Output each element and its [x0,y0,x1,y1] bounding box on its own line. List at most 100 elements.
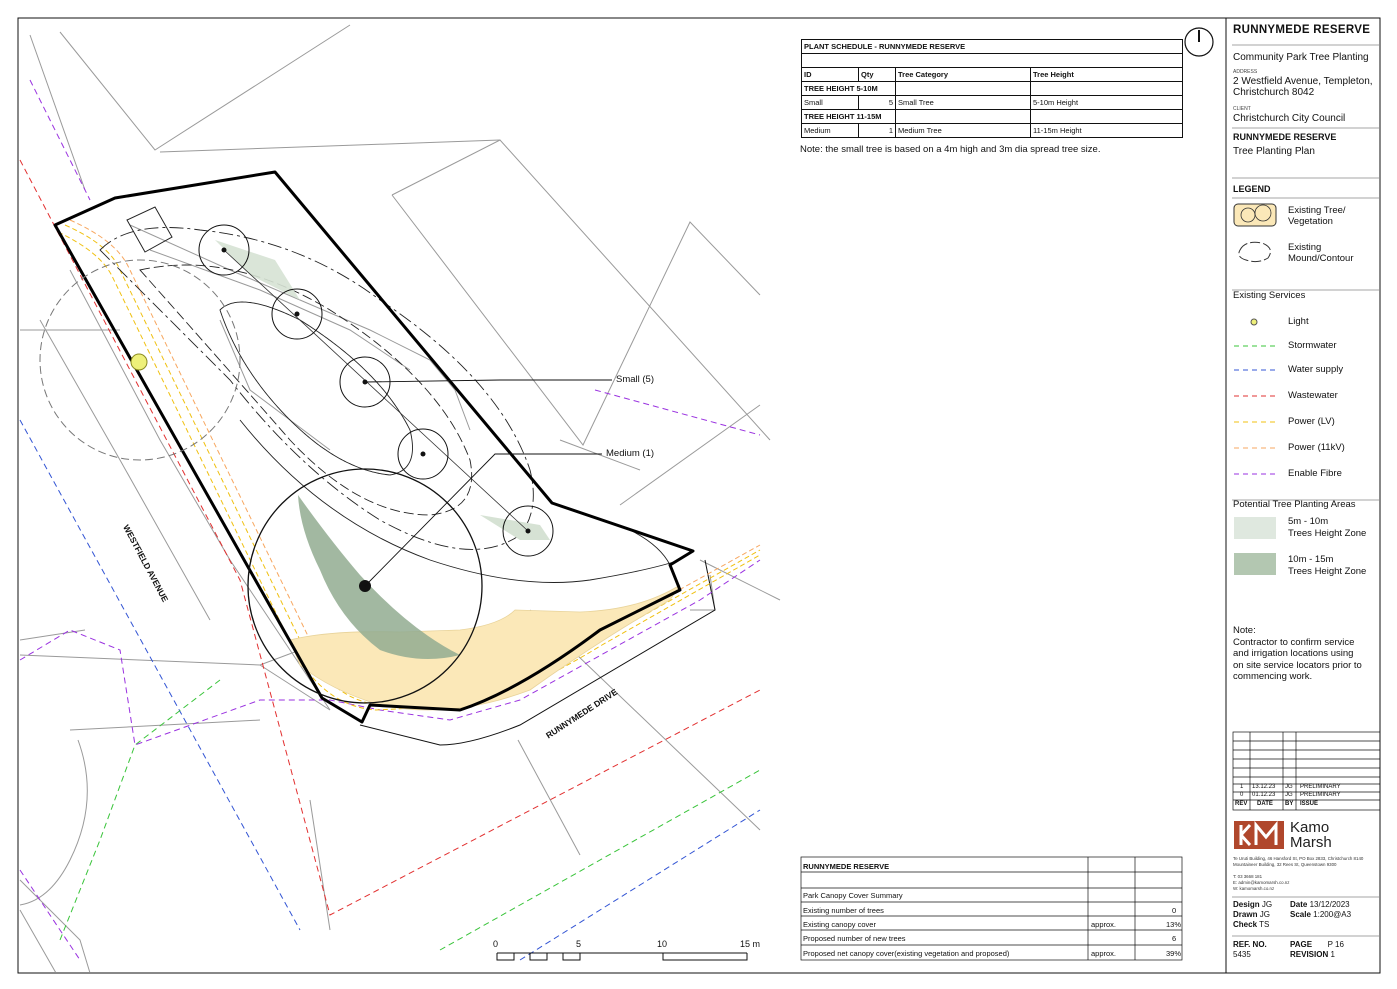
plant-schedule-table: PLANT SCHEDULE - RUNNYMEDE RESERVE ID Qt… [801,39,1183,138]
check-value: TS [1259,920,1270,929]
small-tree-4 [397,428,449,480]
schedule-title: PLANT SCHEDULE - RUNNYMEDE RESERVE [801,39,1183,54]
company-name-2: Marsh [1290,834,1332,851]
scale-value: 1:200@A3 [1313,910,1352,919]
date-value: 13/12/2023 [1309,900,1350,909]
canopy-r4-label: Proposed net canopy cover(existing veget… [803,949,1010,958]
rev-1-date: 13.12.23 [1252,784,1276,790]
legend-power-11kv: Power (11kV) [1288,442,1345,453]
rev-1-issue: PRELIMINARY [1300,784,1341,790]
ref-value: 5435 [1233,950,1251,959]
company-phone: T: 03 3668 181 [1233,874,1263,879]
zone1-label-a: 5m - 10m [1288,516,1329,527]
rev-h-issue: ISSUE [1300,801,1319,807]
schedule-group-2: TREE HEIGHT 11-15M [801,109,896,124]
meta-date-scale: Date 13/12/2023 Scale 1:200@A3 [1290,900,1351,920]
rev-0-by: JG [1285,792,1293,798]
check-label: Check [1233,920,1258,929]
legend-light: Light [1288,316,1309,327]
company-address-1: Te Uruti Building, 46 Hansford St, PO Bo… [1233,856,1364,861]
schedule-r2-height: 11-15m Height [1030,123,1183,138]
ref-label: REF. NO. [1233,940,1267,949]
project-name: RUNNYMEDE RESERVE [1233,24,1371,36]
note-line1: Contractor to confirm service [1233,636,1355,648]
company-logo [1234,820,1284,849]
medium-callout-label: Medium (1) [606,448,655,459]
rev-h-by: BY [1285,801,1294,807]
company-name: Kamo Marsh [1290,820,1332,850]
canopy-r3-val: 6 [1172,934,1177,943]
schedule-note: Note: the small tree is based on a 4m hi… [800,144,1101,155]
legend-swatches [1233,203,1277,575]
legend-title: LEGEND [1233,184,1271,194]
planting-title: Potential Tree Planting Areas [1233,499,1356,510]
meta-people: Design JG Drawn JG Check TS [1233,900,1272,930]
schedule-r1-height: 5-10m Height [1030,95,1183,110]
stormwater-line-2 [439,769,761,951]
mound-swatch [1238,241,1271,263]
schedule-r2-cat: Medium Tree [895,123,1031,138]
revision-grid [1232,731,1381,811]
schedule-h-id: ID [801,67,859,82]
scale-label-5: 5 [576,939,582,949]
project-subtitle: Community Park Tree Planting [1233,52,1369,63]
revision-label: REVISION [1290,950,1329,959]
zone1-label-b: Trees Height Zone [1288,528,1367,539]
schedule-group-1: TREE HEIGHT 5-10M [801,81,896,96]
mound-contours [99,227,681,583]
note-title: Note: [1233,625,1256,636]
property-boundaries [19,24,781,972]
scale-label: Scale [1290,910,1311,919]
drawing-subtitle: Tree Planting Plan [1233,146,1315,157]
scale-label-10: 10 [657,939,668,949]
zone2-swatch [1234,553,1276,575]
schedule-r1-qty: 5 [858,95,896,110]
meta-ref: REF. NO. 5435 [1233,940,1267,960]
scale-label-0: 0 [493,939,499,949]
legend-fibre: Enable Fibre [1288,468,1342,479]
site-plan [19,24,1214,972]
drawn-value: JG [1259,910,1270,919]
client-label: CLIENT [1233,106,1251,112]
design-value: JG [1261,900,1273,909]
stormwater-line [59,679,221,941]
company-web: W: kamomarsh.co.nz [1233,886,1275,891]
legend-stormwater: Stormwater [1288,340,1337,351]
north-arrow-icon [1184,27,1214,57]
canopy-r4-q: approx. [1091,949,1117,958]
canopy-r2-val: 13% [1166,920,1182,929]
canopy-r3-label: Proposed number of new trees [803,934,906,943]
schedule-h-cat: Tree Category [895,67,1031,82]
canopy-r1-label: Existing number of trees [803,906,884,915]
address-label: ADDRESS [1233,69,1258,75]
page-value: P 16 [1327,940,1344,949]
address-line2: Christchurch 8042 [1233,87,1315,98]
page-label: PAGE [1290,940,1313,949]
canopy-title: RUNNYMEDE RESERVE [803,862,890,871]
rev-h-date: DATE [1257,801,1273,807]
contractor-note: Note: Contractor to confirm service and … [1233,625,1362,683]
scale-bar [496,952,748,961]
fibre-line [29,79,91,201]
legend-water-supply: Water supply [1288,364,1344,375]
legend-existing-tree-2: Vegetation [1288,216,1333,227]
light-legend-icon [1250,318,1258,326]
meta-page: PAGE P 16 REVISION 1 [1290,940,1344,960]
canopy-r2-label: Existing canopy cover [803,920,876,929]
rev-1-rev: 1 [1240,784,1244,790]
revision-value: 1 [1330,950,1335,959]
legend-power-lv: Power (LV) [1288,416,1335,427]
schedule-r2-id: Medium [801,123,859,138]
service-lines [19,79,761,961]
medium-callout-leader [364,453,602,587]
fibre-line-4 [594,389,761,436]
note-line4: commencing work. [1233,671,1313,682]
legend-mound-2: Mound/Contour [1288,253,1354,264]
legend-wastewater: Wastewater [1288,390,1338,401]
company-name-1: Kamo [1290,819,1330,836]
date-label: Date [1290,900,1308,909]
canopy-r4-val: 39% [1166,949,1182,958]
zone2-label-b: Trees Height Zone [1288,566,1367,577]
zone1-swatch [1234,517,1276,539]
address-line1: 2 Westfield Avenue, Templeton, [1233,76,1373,87]
